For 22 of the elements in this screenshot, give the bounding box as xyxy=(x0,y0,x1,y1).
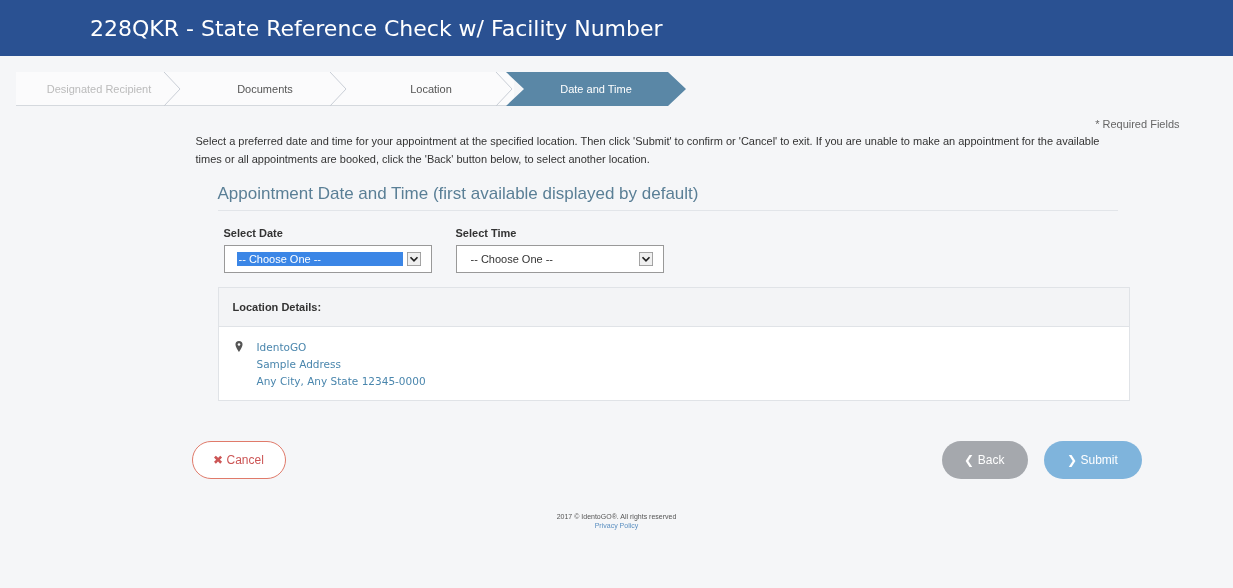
submit-button[interactable]: ❯ Submit xyxy=(1043,441,1142,479)
required-note: * Required Fields xyxy=(1094,118,1180,130)
step-tab[interactable]: Date and Time xyxy=(506,72,686,106)
address-line: Sample Address xyxy=(256,357,343,372)
step-tab[interactable]: Location xyxy=(348,72,514,106)
location-heading: Location Details: xyxy=(232,301,322,313)
back-button[interactable]: ❮ Back xyxy=(941,441,1028,479)
chevron-icon xyxy=(328,72,348,106)
cancel-button[interactable]: ✖ Cancel xyxy=(191,441,286,479)
map-pin-icon xyxy=(234,341,243,352)
section-title: Appointment Date and Time (first available displayed by default) xyxy=(217,184,1118,211)
address-line: Any City, Any State 12345-0000 xyxy=(256,374,426,389)
page-title: 228QKR - State Reference Check w/ Facility Number xyxy=(90,15,663,41)
chevron-icon xyxy=(494,72,514,106)
field-label: Select Date xyxy=(223,227,284,239)
select-field[interactable]: -- Choose One -- xyxy=(223,245,432,273)
address-line: IdentoGO xyxy=(256,340,308,355)
step-tab[interactable]: Documents xyxy=(182,72,348,106)
field-label: Select Time xyxy=(455,227,518,239)
select-field[interactable]: -- Choose One -- xyxy=(455,245,664,273)
chevron-icon xyxy=(162,72,182,106)
instructions-text: Select a preferred date and time for your appointment at the specified location. Then click 'Submit' to confirm or 'Cancel' to exit. If you are unable to make an appointment for the available times or all appointments are booked, click the 'Back' button below, to select another location. xyxy=(195,134,1101,167)
